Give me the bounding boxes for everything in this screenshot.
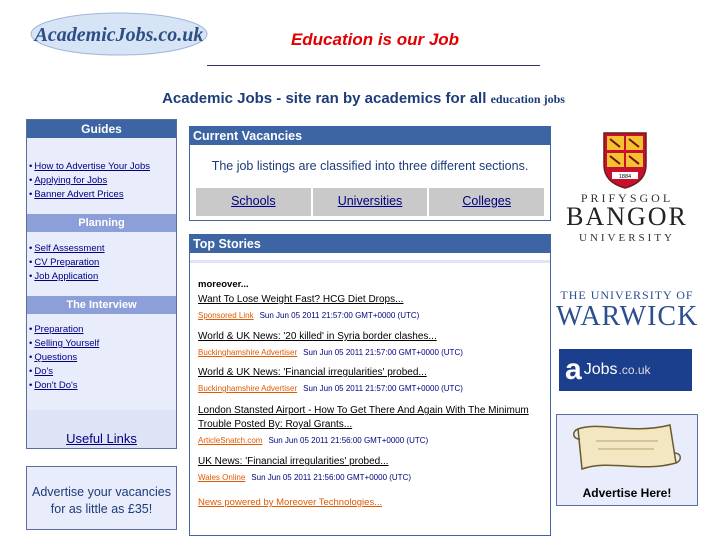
list-item: How to Advertise Your Jobs xyxy=(29,160,150,174)
guide-link-advertise[interactable]: How to Advertise Your Jobs xyxy=(34,161,150,172)
divider xyxy=(190,260,550,263)
guides-panel: Guides How to Advertise Your Jobs Applyi… xyxy=(26,119,177,449)
academicjobs-logo[interactable]: AcademicJobs.co.uk xyxy=(28,10,210,58)
news-credit-link[interactable]: News powered by Moreover Technologies... xyxy=(198,497,382,508)
news-source-link[interactable]: Buckinghamshire Advertiser xyxy=(198,384,297,393)
guide-link-banner-prices[interactable]: Banner Advert Prices xyxy=(34,189,123,200)
list-item: Self Assessment xyxy=(29,242,104,256)
news-date: Sun Jun 05 2011 21:56:00 GMT+0000 (UTC) xyxy=(251,473,412,482)
news-date: Sun Jun 05 2011 21:57:00 GMT+0000 (UTC) xyxy=(303,384,463,393)
schools-link[interactable]: Schools xyxy=(231,194,275,208)
bangor-name: BANGOR xyxy=(566,202,688,231)
interview-link-selling[interactable]: Selling Yourself xyxy=(34,338,99,349)
news-item: Want To Lose Weight Fast? HCG Diet Drops… xyxy=(198,293,543,322)
page-title: Academic Jobs - site ran by academics fo… xyxy=(0,90,727,107)
bangor-university-label: UNIVERSITY xyxy=(579,232,675,244)
news-source-link[interactable]: Sponsored Link xyxy=(198,311,254,320)
site-tagline: Education is our Job xyxy=(290,30,460,49)
news-source-link[interactable]: Wales Online xyxy=(198,473,245,482)
page-title-suffix: education jobs xyxy=(490,92,565,106)
interview-heading: The Interview xyxy=(27,296,176,314)
news-item: London Stansted Airport - How To Get The… xyxy=(198,404,543,447)
page-title-main: Academic Jobs - site ran by academics fo… xyxy=(162,90,487,107)
list-item: Job Application xyxy=(29,270,105,284)
interview-link-preparation[interactable]: Preparation xyxy=(34,324,83,335)
planning-link-application[interactable]: Job Application xyxy=(34,271,98,282)
planning-link-self-assessment[interactable]: Self Assessment xyxy=(34,243,104,254)
guides-list: How to Advertise Your Jobs Applying for … xyxy=(29,160,150,202)
news-item: World & UK News: '20 killed' in Syria bo… xyxy=(198,330,543,359)
list-item: Don't Do's xyxy=(29,379,99,393)
ajobs-tld: .co.uk xyxy=(618,363,651,377)
svg-text:AcademicJobs.co.uk: AcademicJobs.co.uk xyxy=(33,24,204,46)
interview-link-dos[interactable]: Do's xyxy=(34,366,53,377)
interview-link-donts[interactable]: Don't Do's xyxy=(34,380,77,391)
list-item: Applying for Jobs xyxy=(29,174,150,188)
bangor-university-banner[interactable]: 1884 PRIFYSGOL BANGOR UNIVERSITY xyxy=(556,131,698,246)
vacancies-intro: The job listings are classified into thr… xyxy=(211,159,529,173)
ajobs-banner[interactable]: a Jobs .co.uk xyxy=(559,349,692,391)
section-universities: Universities xyxy=(312,188,428,216)
advertise-line-1: Advertise your vacancies xyxy=(32,485,171,499)
planning-list: Self Assessment CV Preparation Job Appli… xyxy=(29,242,105,284)
news-date: Sun Jun 05 2011 21:57:00 GMT+0000 (UTC) xyxy=(303,348,463,357)
warwick-university-banner[interactable]: THE UNIVERSITY OF WARWICK xyxy=(556,288,698,333)
news-source-link[interactable]: ArticleSnatch.com xyxy=(198,436,262,445)
guide-link-applying[interactable]: Applying for Jobs xyxy=(34,175,107,186)
interview-link-questions[interactable]: Questions xyxy=(34,352,77,363)
interview-list: Preparation Selling Yourself Questions D… xyxy=(29,323,99,393)
ajobs-jobs: Jobs xyxy=(583,361,618,378)
list-item: Selling Yourself xyxy=(29,337,99,351)
list-item: Preparation xyxy=(29,323,99,337)
planning-link-cv[interactable]: CV Preparation xyxy=(34,257,99,268)
stories-heading: Top Stories xyxy=(190,235,550,253)
news-item: World & UK News: 'Financial irregulariti… xyxy=(198,366,543,395)
current-vacancies-box: Current Vacancies The job listings are c… xyxy=(189,126,551,221)
list-item: CV Preparation xyxy=(29,256,105,270)
colleges-link[interactable]: Colleges xyxy=(462,194,511,208)
vacancy-sections: Schools Universities Colleges xyxy=(196,188,545,216)
news-title-link[interactable]: UK News: 'Financial irregularities' prob… xyxy=(198,456,389,467)
top-stories-box: Top Stories moreover... Want To Lose Wei… xyxy=(189,234,551,536)
list-item: Banner Advert Prices xyxy=(29,188,150,202)
news-title-link[interactable]: World & UK News: 'Financial irregulariti… xyxy=(198,367,427,378)
news-credit: News powered by Moreover Technologies... xyxy=(198,497,382,508)
warwick-line-2: WARWICK xyxy=(556,301,699,332)
scroll-icon xyxy=(573,424,681,471)
news-title-link[interactable]: World & UK News: '20 killed' in Syria bo… xyxy=(198,331,437,342)
bangor-crest-icon: 1884 xyxy=(603,132,647,189)
vacancies-heading: Current Vacancies xyxy=(190,127,550,145)
svg-text:1884: 1884 xyxy=(619,174,631,180)
advertise-vacancies-box[interactable]: Advertise your vacancies for as little a… xyxy=(26,466,177,530)
news-date: Sun Jun 05 2011 21:57:00 GMT+0000 (UTC) xyxy=(259,311,420,320)
universities-link[interactable]: Universities xyxy=(338,194,403,208)
section-colleges: Colleges xyxy=(429,188,545,216)
guides-heading: Guides xyxy=(27,120,176,138)
planning-heading: Planning xyxy=(27,214,176,232)
list-item: Do's xyxy=(29,365,99,379)
ajobs-a: a xyxy=(565,353,582,386)
useful-links: Useful Links xyxy=(27,431,176,446)
list-item: Questions xyxy=(29,351,99,365)
section-schools: Schools xyxy=(196,188,311,216)
news-title-link[interactable]: Want To Lose Weight Fast? HCG Diet Drops… xyxy=(198,294,403,305)
news-title-link[interactable]: London Stansted Airport - How To Get The… xyxy=(198,405,529,430)
news-date: Sun Jun 05 2011 21:56:00 GMT+0000 (UTC) xyxy=(268,436,429,445)
news-item: UK News: 'Financial irregularities' prob… xyxy=(198,455,543,484)
advertise-line-2: for as little as £35! xyxy=(50,502,153,516)
advertise-here-box[interactable]: Advertise Here! xyxy=(556,414,698,506)
advertise-here-label: Advertise Here! xyxy=(582,486,672,500)
useful-links-link[interactable]: Useful Links xyxy=(66,431,137,446)
news-source-heading: moreover... xyxy=(198,279,249,290)
divider xyxy=(207,65,540,66)
news-source-link[interactable]: Buckinghamshire Advertiser xyxy=(198,348,297,357)
